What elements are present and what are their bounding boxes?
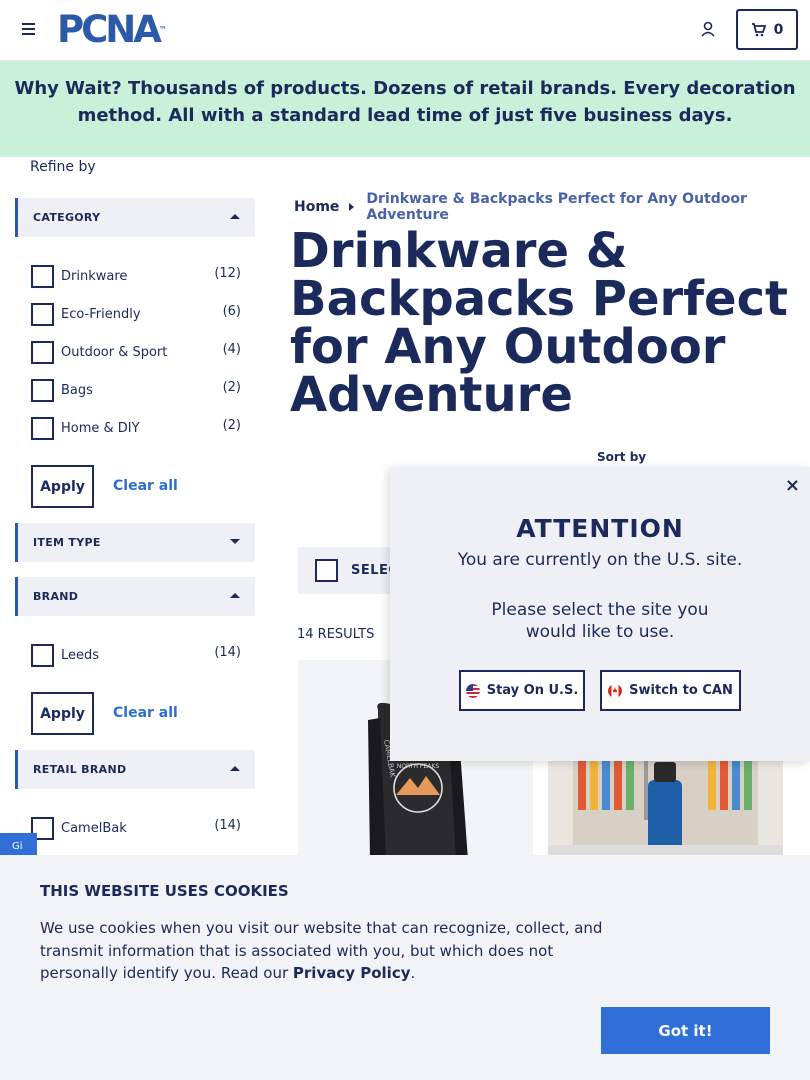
category-apply-button[interactable]: Apply [31,465,94,508]
caret-up-icon [230,214,240,219]
checkbox[interactable] [31,644,54,667]
checkbox[interactable] [31,379,54,402]
menu-icon[interactable] [22,23,35,36]
canada-flag-icon [608,683,623,698]
facet-option-eco-friendly[interactable]: Eco-Friendly (6) [31,301,241,327]
svg-text:NORTH PEAKS: NORTH PEAKS [397,763,439,770]
checkbox[interactable] [31,417,54,440]
checkbox[interactable] [31,265,54,288]
switch-to-can-button[interactable]: Switch to CAN [600,670,741,711]
facet-option-bags[interactable]: Bags (2) [31,377,241,403]
modal-instruction-text: Please select the site you would like to… [491,600,709,642]
select-all-checkbox[interactable] [315,559,338,582]
facet-category-header[interactable]: CATEGORY [15,198,255,237]
chevron-right-icon [349,203,355,211]
site-header: PCNA™ 0 [0,0,810,61]
category-clear-all-link[interactable]: Clear all [113,478,178,494]
facet-retail-brand-header[interactable]: RETAIL BRAND [15,750,255,789]
banner-lead: Why Wait? [14,78,122,99]
got-it-button[interactable]: Got it! [601,1007,770,1054]
modal-title: ATTENTION [516,514,684,543]
sort-by-label: Sort by [597,450,647,464]
site-selection-modal: × ATTENTION You are currently on the U.S… [390,467,810,761]
facet-option-drinkware[interactable]: Drinkware (12) [31,263,241,289]
refine-label: Refine by [30,159,96,175]
cart-count: 0 [773,21,784,38]
pcna-logo[interactable]: PCNA™ [57,11,167,48]
banner-text: Thousands of products. Dozens of retail … [77,78,796,126]
checkbox[interactable] [31,341,54,364]
facet-option-leeds[interactable]: Leeds (14) [31,642,241,668]
caret-up-icon [230,593,240,598]
page-title: Drinkware & Backpacks Perfect for Any Ou… [290,223,788,423]
facet-option-home-diy[interactable]: Home & DIY (2) [31,415,241,441]
checkbox[interactable] [31,303,54,326]
cookie-title: THIS WEBSITE USES COOKIES [40,882,289,900]
stay-on-us-button[interactable]: Stay On U.S. [459,670,585,711]
caret-up-icon [230,766,240,771]
cookie-banner: THIS WEBSITE USES COOKIES We use cookies… [0,855,810,1080]
breadcrumb-current: Drinkware & Backpacks Perfect for Any Ou… [366,191,747,223]
brand-clear-all-link[interactable]: Clear all [113,705,178,721]
cookie-text: We use cookies when you visit our websit… [40,919,603,982]
cart-button[interactable]: 0 [736,9,798,50]
brand-apply-button[interactable]: Apply [31,692,94,735]
us-flag-icon [465,683,480,698]
modal-current-site-text: You are currently on the U.S. site. [457,550,743,570]
facet-item-type-header[interactable]: ITEM TYPE [15,523,255,562]
breadcrumb-home-link[interactable]: Home [294,199,339,215]
facet-option-outdoor-sport[interactable]: Outdoor & Sport (4) [31,339,241,365]
account-icon[interactable] [699,20,717,38]
cart-icon [751,22,766,36]
privacy-policy-link[interactable]: Privacy Policy [293,964,411,982]
feedback-side-tab[interactable]: Gi [0,833,37,855]
caret-down-icon [230,539,240,544]
facet-brand-header[interactable]: BRAND [15,577,255,616]
facet-option-camelbak[interactable]: CamelBak (14) [31,815,241,841]
close-icon[interactable]: × [785,477,800,495]
promo-banner: Why Wait? Thousands of products. Dozens … [0,61,810,157]
results-count: 14 RESULTS [297,627,375,642]
breadcrumb: Home Drinkware & Backpacks Perfect for A… [294,191,810,223]
